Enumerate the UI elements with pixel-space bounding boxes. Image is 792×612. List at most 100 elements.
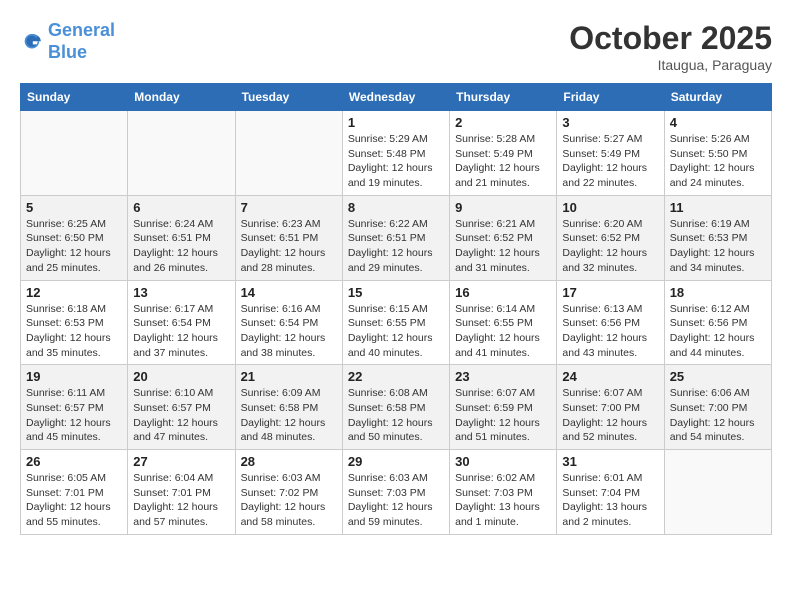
day-number: 6 [133, 200, 229, 215]
calendar-day-16: 16Sunrise: 6:14 AM Sunset: 6:55 PM Dayli… [450, 280, 557, 365]
calendar-table: SundayMondayTuesdayWednesdayThursdayFrid… [20, 83, 772, 535]
calendar-day-4: 4 Sunrise: 5:26 AM Sunset: 5:50 PM Daylig… [664, 111, 771, 196]
day-number: 19 [26, 369, 122, 384]
day-number: 25 [670, 369, 766, 384]
day-info: Sunrise: 6:05 AM Sunset: 7:01 PM Dayligh… [26, 471, 122, 530]
calendar-day-3: 3 Sunrise: 5:27 AM Sunset: 5:49 PM Daylig… [557, 111, 664, 196]
calendar-week-1: 1 Sunrise: 5:29 AM Sunset: 5:48 PM Daylig… [21, 111, 772, 196]
calendar-empty-cell [235, 111, 342, 196]
calendar-day-26: 26 Sunrise: 6:05 AM Sunset: 7:01 PM Dayli… [21, 450, 128, 535]
calendar-day-18: 18 Sunrise: 6:12 AM Sunset: 6:56 PM Dayli… [664, 280, 771, 365]
day-info: Sunrise: 6:11 AM Sunset: 6:57 PM Dayligh… [26, 386, 122, 445]
calendar-day-30: 30 Sunrise: 6:02 AM Sunset: 7:03 PM Dayli… [450, 450, 557, 535]
day-info: Sunrise: 6:06 AM Sunset: 7:00 PM Dayligh… [670, 386, 766, 445]
day-info: Sunrise: 6:13 AM Sunset: 6:56 PM Dayligh… [562, 302, 658, 361]
calendar-day-21: 21 Sunrise: 6:09 AM Sunset: 6:58 PM Dayli… [235, 365, 342, 450]
day-info: Sunrise: 6:03 AM Sunset: 7:02 PM Dayligh… [241, 471, 337, 530]
day-number: 26 [26, 454, 122, 469]
day-info: Sunrise: 5:26 AM Sunset: 5:50 PM Dayligh… [670, 132, 766, 191]
logo-icon [20, 30, 44, 54]
calendar-day-23: 23Sunrise: 6:07 AM Sunset: 6:59 PM Dayli… [450, 365, 557, 450]
month-title: October 2025 [569, 20, 772, 57]
day-info: Sunrise: 5:27 AM Sunset: 5:49 PM Dayligh… [562, 132, 658, 191]
calendar-day-5: 5Sunrise: 6:25 AM Sunset: 6:50 PM Daylig… [21, 195, 128, 280]
day-info: Sunrise: 6:24 AM Sunset: 6:51 PM Dayligh… [133, 217, 229, 276]
calendar-week-5: 26 Sunrise: 6:05 AM Sunset: 7:01 PM Dayli… [21, 450, 772, 535]
day-info: Sunrise: 6:23 AM Sunset: 6:51 PM Dayligh… [241, 217, 337, 276]
location-subtitle: Itaugua, Paraguay [569, 57, 772, 73]
calendar-day-28: 28 Sunrise: 6:03 AM Sunset: 7:02 PM Dayli… [235, 450, 342, 535]
day-number: 4 [670, 115, 766, 130]
day-info: Sunrise: 6:16 AM Sunset: 6:54 PM Dayligh… [241, 302, 337, 361]
day-number: 1 [348, 115, 444, 130]
day-info: Sunrise: 6:07 AM Sunset: 7:00 PM Dayligh… [562, 386, 658, 445]
weekday-header-tuesday: Tuesday [235, 84, 342, 111]
calendar-day-11: 11Sunrise: 6:19 AM Sunset: 6:53 PM Dayli… [664, 195, 771, 280]
day-number: 13 [133, 285, 229, 300]
calendar-week-4: 19 Sunrise: 6:11 AM Sunset: 6:57 PM Dayli… [21, 365, 772, 450]
day-info: Sunrise: 6:10 AM Sunset: 6:57 PM Dayligh… [133, 386, 229, 445]
weekday-header-thursday: Thursday [450, 84, 557, 111]
day-number: 10 [562, 200, 658, 215]
calendar-day-25: 25 Sunrise: 6:06 AM Sunset: 7:00 PM Dayli… [664, 365, 771, 450]
day-info: Sunrise: 6:02 AM Sunset: 7:03 PM Dayligh… [455, 471, 551, 530]
day-number: 12 [26, 285, 122, 300]
calendar-day-19: 19 Sunrise: 6:11 AM Sunset: 6:57 PM Dayli… [21, 365, 128, 450]
day-info: Sunrise: 6:09 AM Sunset: 6:58 PM Dayligh… [241, 386, 337, 445]
day-number: 30 [455, 454, 551, 469]
calendar-day-8: 8Sunrise: 6:22 AM Sunset: 6:51 PM Daylig… [342, 195, 449, 280]
day-number: 22 [348, 369, 444, 384]
weekday-header-monday: Monday [128, 84, 235, 111]
calendar-day-7: 7 Sunrise: 6:23 AM Sunset: 6:51 PM Daylig… [235, 195, 342, 280]
calendar-empty-cell [21, 111, 128, 196]
day-number: 21 [241, 369, 337, 384]
day-number: 8 [348, 200, 444, 215]
calendar-day-10: 10Sunrise: 6:20 AM Sunset: 6:52 PM Dayli… [557, 195, 664, 280]
calendar-day-31: 31 Sunrise: 6:01 AM Sunset: 7:04 PM Dayli… [557, 450, 664, 535]
calendar-day-17: 17Sunrise: 6:13 AM Sunset: 6:56 PM Dayli… [557, 280, 664, 365]
logo-line1: General [48, 20, 115, 40]
day-info: Sunrise: 6:25 AM Sunset: 6:50 PM Dayligh… [26, 217, 122, 276]
calendar-day-2: 2Sunrise: 5:28 AM Sunset: 5:49 PM Daylig… [450, 111, 557, 196]
day-number: 18 [670, 285, 766, 300]
day-number: 9 [455, 200, 551, 215]
day-number: 20 [133, 369, 229, 384]
calendar-day-6: 6 Sunrise: 6:24 AM Sunset: 6:51 PM Daylig… [128, 195, 235, 280]
day-number: 28 [241, 454, 337, 469]
weekday-header-wednesday: Wednesday [342, 84, 449, 111]
calendar-day-20: 20 Sunrise: 6:10 AM Sunset: 6:57 PM Dayli… [128, 365, 235, 450]
day-info: Sunrise: 6:01 AM Sunset: 7:04 PM Dayligh… [562, 471, 658, 530]
day-info: Sunrise: 6:15 AM Sunset: 6:55 PM Dayligh… [348, 302, 444, 361]
day-info: Sunrise: 6:04 AM Sunset: 7:01 PM Dayligh… [133, 471, 229, 530]
calendar-day-1: 1 Sunrise: 5:29 AM Sunset: 5:48 PM Daylig… [342, 111, 449, 196]
day-number: 2 [455, 115, 551, 130]
day-number: 31 [562, 454, 658, 469]
weekday-header-saturday: Saturday [664, 84, 771, 111]
title-area: October 2025 Itaugua, Paraguay [569, 20, 772, 73]
calendar-day-9: 9Sunrise: 6:21 AM Sunset: 6:52 PM Daylig… [450, 195, 557, 280]
weekday-header-friday: Friday [557, 84, 664, 111]
logo: General Blue [20, 20, 115, 63]
weekday-header-row: SundayMondayTuesdayWednesdayThursdayFrid… [21, 84, 772, 111]
calendar-day-27: 27 Sunrise: 6:04 AM Sunset: 7:01 PM Dayli… [128, 450, 235, 535]
day-number: 3 [562, 115, 658, 130]
day-info: Sunrise: 6:12 AM Sunset: 6:56 PM Dayligh… [670, 302, 766, 361]
day-info: Sunrise: 6:08 AM Sunset: 6:58 PM Dayligh… [348, 386, 444, 445]
calendar-day-22: 22 Sunrise: 6:08 AM Sunset: 6:58 PM Dayli… [342, 365, 449, 450]
day-number: 27 [133, 454, 229, 469]
page-header: General Blue October 2025 Itaugua, Parag… [20, 20, 772, 73]
day-number: 7 [241, 200, 337, 215]
calendar-day-24: 24Sunrise: 6:07 AM Sunset: 7:00 PM Dayli… [557, 365, 664, 450]
day-info: Sunrise: 6:18 AM Sunset: 6:53 PM Dayligh… [26, 302, 122, 361]
day-number: 16 [455, 285, 551, 300]
calendar-day-15: 15 Sunrise: 6:15 AM Sunset: 6:55 PM Dayli… [342, 280, 449, 365]
day-number: 23 [455, 369, 551, 384]
calendar-day-29: 29Sunrise: 6:03 AM Sunset: 7:03 PM Dayli… [342, 450, 449, 535]
weekday-header-sunday: Sunday [21, 84, 128, 111]
day-info: Sunrise: 5:29 AM Sunset: 5:48 PM Dayligh… [348, 132, 444, 191]
calendar-week-3: 12 Sunrise: 6:18 AM Sunset: 6:53 PM Dayli… [21, 280, 772, 365]
logo-text: General Blue [48, 20, 115, 63]
day-number: 15 [348, 285, 444, 300]
calendar-empty-cell [664, 450, 771, 535]
day-number: 29 [348, 454, 444, 469]
